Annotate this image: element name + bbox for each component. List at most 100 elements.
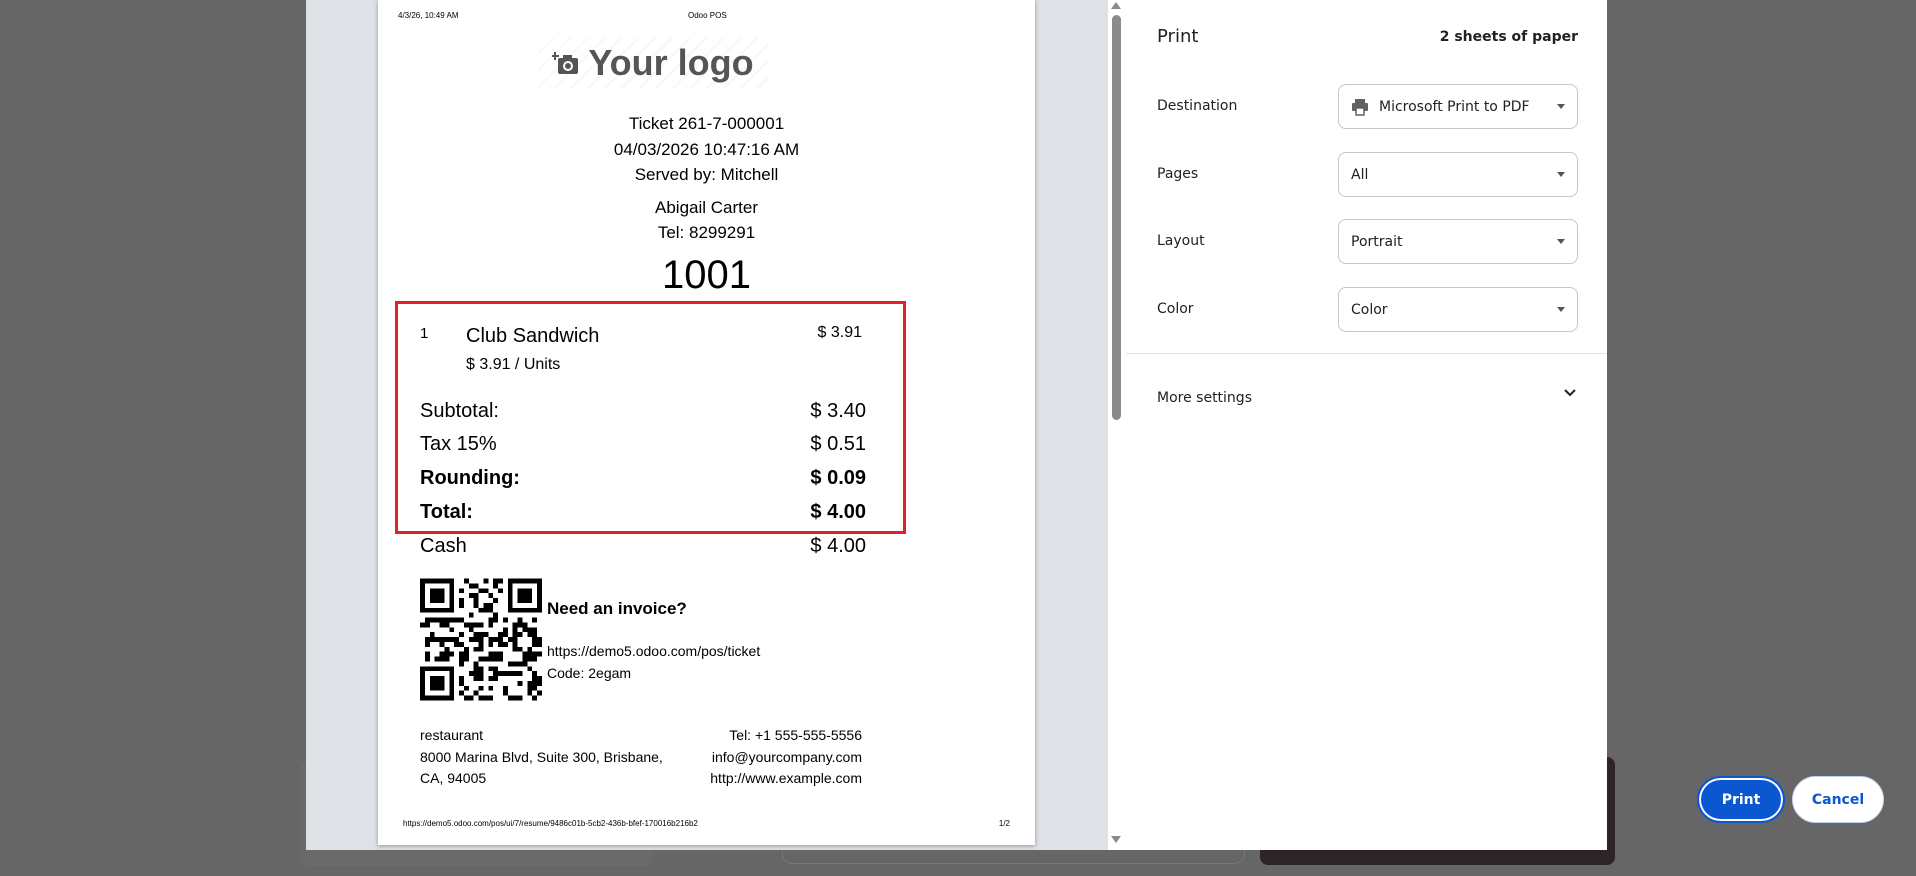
qr-module [493,637,499,642]
qr-module [488,617,494,623]
pages-value: All [1351,166,1369,183]
pages-select[interactable]: All [1338,152,1578,197]
qr-module [478,656,484,662]
qr-module [512,661,518,667]
qr-code [420,578,542,701]
invoice-url: https://demo5.odoo.com/pos/ticket [547,643,761,659]
qr-module [424,656,430,662]
scrollbar-thumb[interactable] [1112,15,1121,420]
company-tel: Tel: +1 555-555-5556 [729,727,862,743]
qr-module [473,646,479,652]
dropdown-caret-icon [1557,172,1565,177]
qr-module [488,676,494,681]
qr-module [459,598,464,603]
qr-module [517,622,523,628]
qr-module [507,695,513,701]
qr-module [502,627,508,633]
qr-module [527,627,533,633]
scroll-up-arrow-icon[interactable] [1111,2,1121,9]
cancel-button[interactable]: Cancel [1792,776,1884,823]
printer-icon [1352,98,1368,116]
qr-module [429,617,435,623]
qr-module [512,671,518,677]
line-qty: 1 [420,325,429,342]
qr-module [498,578,503,584]
qr-module [502,685,508,691]
tax-label: Tax 15% [420,433,497,455]
print-preview: 4/3/26, 10:49 AM Odoo POS Your logo Tick… [306,0,1108,850]
qr-module [429,637,435,642]
qr-module [498,588,503,594]
qr-module [459,680,464,686]
receipt-page: 4/3/26, 10:49 AM Odoo POS Your logo Tick… [378,0,1035,845]
preview-scrollbar[interactable] [1108,0,1126,850]
page-header-datetime: 4/3/26, 10:49 AM [398,11,459,20]
scroll-down-arrow-icon[interactable] [1111,836,1121,843]
qr-module [459,617,464,623]
qr-module [507,637,513,642]
qr-module [483,602,489,608]
qr-module [517,680,523,686]
print-button[interactable]: Print [1697,776,1785,823]
qr-module [420,622,425,628]
qr-module [444,651,450,657]
qr-finder [429,588,445,603]
qr-module [488,651,494,657]
qr-module [488,695,494,701]
qr-module [473,598,479,603]
page-header-title: Odoo POS [688,11,727,20]
qr-module [532,656,538,662]
qr-module [473,661,479,667]
qr-module [478,588,484,594]
qr-module [424,637,430,642]
qr-module [439,617,445,623]
destination-select[interactable]: Microsoft Print to PDF [1338,84,1578,129]
qr-module [483,578,489,584]
qr-module [493,671,499,677]
ticket-number: Ticket 261-7-000001 [628,114,785,133]
dropdown-caret-icon [1557,104,1565,109]
line-product: Club Sandwich [466,325,600,347]
qr-module [473,602,479,608]
qr-module [449,617,455,623]
qr-module [478,632,484,638]
layout-select[interactable]: Portrait [1338,219,1578,264]
qr-module [507,661,513,667]
qr-module [454,641,460,647]
qr-module [493,612,499,618]
print-dialog: 4/3/26, 10:49 AM Odoo POS Your logo Tick… [306,0,1884,850]
qr-module [459,641,464,647]
qr-module [424,622,430,628]
qr-module [478,637,484,642]
qr-module [493,583,499,589]
qr-module [444,622,450,628]
qr-module [463,695,469,701]
qr-module [449,651,455,657]
pages-label: Pages [1157,166,1199,182]
qr-module [439,656,445,662]
qr-module [468,593,474,599]
qr-module [454,617,460,623]
color-select[interactable]: Color [1338,287,1578,332]
color-value: Color [1351,301,1388,318]
layout-label: Layout [1157,233,1205,249]
more-settings-toggle[interactable]: More settings [1157,390,1252,406]
qr-module [532,637,538,642]
qr-module [459,632,464,638]
qr-module [468,622,474,628]
qr-module [468,583,474,589]
qr-module [478,676,484,681]
qr-module [532,651,538,657]
qr-module [483,656,489,662]
qr-module [468,671,474,677]
qr-module [493,598,499,603]
qr-module [434,617,440,623]
chevron-down-icon[interactable] [1563,388,1577,398]
qr-module [532,676,538,681]
qr-module [478,607,484,613]
cash-value: $ 4.00 [810,535,866,557]
camera-icon [552,52,579,74]
qr-module [493,651,499,657]
qr-module [468,627,474,633]
qr-module [522,622,528,628]
